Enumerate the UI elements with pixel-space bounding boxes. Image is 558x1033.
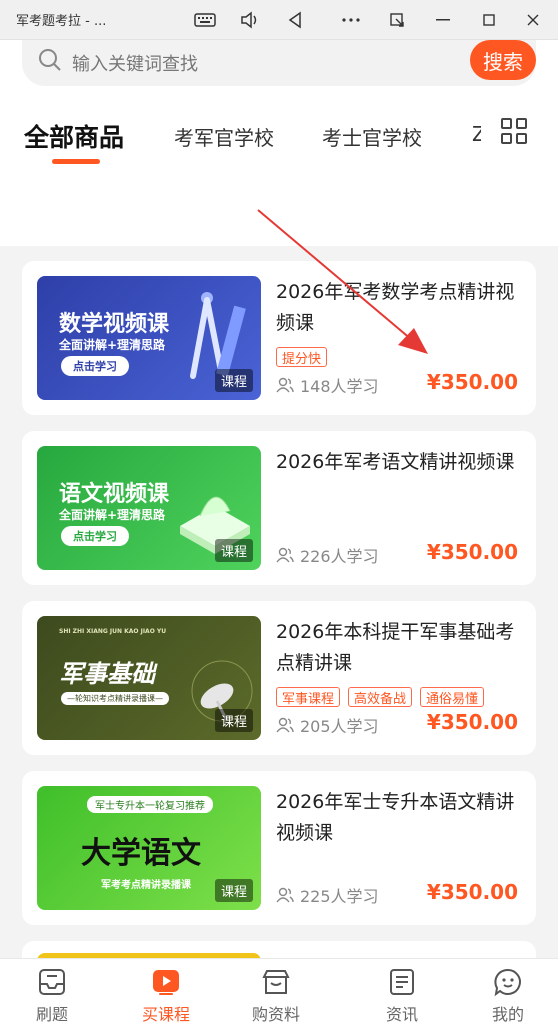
thumb-learn-button: 点击学习 — [61, 526, 129, 546]
product-card[interactable]: 语文视频课 全面讲解+理清思路 点击学习 课程 2026年军考语文精讲视频课 2… — [22, 431, 536, 585]
nav-label: 刷题 — [35, 1005, 68, 1024]
thumb-title: 大学语文 — [81, 836, 201, 871]
product-price: ¥350.00 — [426, 880, 518, 904]
product-card[interactable]: 数学视频课 全面讲解+理清思路 点击学习 课程 2026年军考数学考点精讲视频课… — [22, 261, 536, 415]
thumb-learn-button: 点击学习 — [61, 356, 129, 376]
product-title: 2026年军士专升本语文精讲视频课 — [276, 791, 515, 844]
page-header: 输入关键词查找 搜索 全部商品 考军官学校 考士官学校 Z — [0, 40, 558, 246]
product-thumbnail: SHI ZHI XIANG JUN KAO JIAO YU 军事基础 —轮知识考… — [37, 616, 261, 740]
play-icon — [153, 970, 179, 995]
learner-count-text: 148人学习 — [300, 377, 379, 396]
thumb-top-text: SHI ZHI XIANG JUN KAO JIAO YU — [59, 628, 167, 635]
thumb-bottom-text: 军考考点精讲录播课 — [101, 880, 191, 891]
learner-count: 226人学习 — [276, 543, 379, 567]
search-button[interactable]: 搜索 — [470, 40, 536, 80]
product-tag: 高效备战 — [348, 687, 413, 707]
window-title: 军考题考拉 - ... — [16, 14, 107, 29]
thumb-title: 军事基础 — [59, 660, 155, 688]
nav-label: 资讯 — [385, 1005, 418, 1024]
users-icon — [276, 547, 294, 563]
volume-icon[interactable] — [237, 8, 263, 32]
product-tag: 提分快 — [276, 347, 328, 367]
tab-officer-school[interactable]: 考军官学校 — [174, 122, 274, 151]
product-tag: 军事课程 — [276, 687, 341, 707]
learner-count: 148人学习 — [276, 373, 379, 397]
thumb-subtitle: 全面讲解+理清思路 — [59, 508, 166, 522]
product-thumbnail: 数学视频课 全面讲解+理清思路 点击学习 课程 — [37, 276, 261, 400]
thumb-subtitle: 全面讲解+理清思路 — [59, 338, 166, 352]
window-titlebar: 军考题考拉 - ... — [0, 0, 558, 40]
product-card[interactable]: 军士专升本一轮复习推荐 大学语文 军考考点精讲录播课 课程 2026年军士专升本… — [22, 771, 536, 925]
thumb-title: 数学视频课 — [59, 312, 170, 337]
users-icon — [276, 717, 294, 733]
tab-all-products[interactable]: 全部商品 — [24, 118, 124, 154]
search-input[interactable]: 输入关键词查找 — [72, 50, 198, 76]
product-price: ¥350.00 — [426, 710, 518, 734]
thumb-badge: 课程 — [214, 369, 253, 392]
thumb-badge: 课程 — [214, 879, 253, 902]
news-icon — [390, 969, 414, 995]
product-thumbnail: 军士专升本一轮复习推荐 大学语文 军考考点精讲录播课 课程 — [37, 786, 261, 910]
thumb-badge: 课程 — [214, 539, 253, 562]
grid-view-icon[interactable] — [501, 118, 529, 146]
learner-count: 205人学习 — [276, 713, 379, 737]
product-tags: 军事课程 高效备战 通俗易懂 — [276, 687, 485, 707]
back-triangle-icon[interactable] — [282, 8, 308, 32]
tab-nco-school[interactable]: 考士官学校 — [322, 122, 422, 151]
thumb-badge: 课程 — [214, 709, 253, 732]
chat-face-icon — [494, 968, 521, 997]
popout-icon[interactable] — [384, 8, 410, 32]
keyboard-icon[interactable] — [192, 8, 218, 32]
thumb-top-text: 军士专升本一轮复习推荐 — [87, 796, 213, 813]
learner-count-text: 225人学习 — [300, 887, 379, 906]
nav-item-mine[interactable]: 我的 — [468, 967, 548, 1025]
thumb-title: 语文视频课 — [59, 482, 170, 507]
product-card[interactable]: SHI ZHI XIANG JUN KAO JIAO YU 军事基础 —轮知识考… — [22, 601, 536, 755]
nav-label: 购资料 — [251, 1005, 300, 1024]
search-bar[interactable]: 输入关键词查找 搜索 — [22, 40, 536, 86]
product-title: 2026年本科提干军事基础考点精讲课 — [276, 621, 515, 674]
store-icon — [262, 970, 290, 994]
learner-count: 225人学习 — [276, 883, 379, 907]
active-tab-indicator — [52, 159, 100, 164]
close-icon[interactable] — [520, 8, 546, 32]
product-tags: 提分快 — [276, 347, 328, 367]
nav-label: 我的 — [491, 1005, 524, 1024]
product-title: 2026年军考数学考点精讲视频课 — [276, 281, 515, 334]
learner-count-text: 226人学习 — [300, 547, 379, 566]
minimize-icon[interactable] — [430, 8, 456, 32]
users-icon — [276, 377, 294, 393]
search-icon — [39, 49, 61, 71]
product-tag: 通俗易懂 — [420, 687, 485, 707]
product-thumbnail: 语文视频课 全面讲解+理清思路 点击学习 课程 — [37, 446, 261, 570]
nav-item-practice[interactable]: 刷题 — [12, 967, 92, 1025]
tab-partial[interactable]: Z — [472, 122, 481, 146]
product-title: 2026年军考语文精讲视频课 — [276, 451, 515, 473]
nav-item-materials[interactable]: 购资料 — [236, 967, 316, 1025]
thumb-tagline: —轮知识考点精讲录播课— — [61, 692, 169, 705]
bottom-navigation: 刷题 买课程 购资料 资讯 我的 — [0, 958, 558, 1033]
inbox-icon — [39, 969, 65, 995]
nav-label: 买课程 — [141, 1005, 190, 1024]
product-price: ¥350.00 — [426, 370, 518, 394]
product-price: ¥350.00 — [426, 540, 518, 564]
users-icon — [276, 887, 294, 903]
nav-item-news[interactable]: 资讯 — [362, 967, 442, 1025]
more-icon[interactable] — [338, 8, 364, 32]
maximize-icon[interactable] — [476, 8, 502, 32]
learner-count-text: 205人学习 — [300, 717, 379, 736]
nav-item-buy-course[interactable]: 买课程 — [126, 967, 206, 1025]
